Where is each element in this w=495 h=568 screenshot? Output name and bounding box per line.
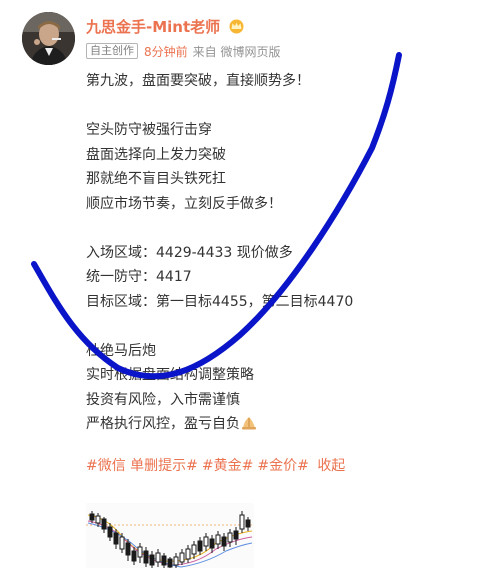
- content-blank-line: [86, 314, 476, 339]
- content-blank-line: [86, 94, 476, 119]
- original-content-tag: 自主创作: [86, 43, 138, 59]
- candlestick-chart-thumbnail: [86, 511, 254, 568]
- author-name-text[interactable]: 九思金手-Mint老师: [86, 18, 220, 36]
- author-name[interactable]: 九思金手-Mint老师: [86, 16, 245, 38]
- weibo-post: 九思金手-Mint老师 自主创作 8分钟前 来自 微博网页版 第九波，盘面要突破…: [0, 0, 495, 568]
- post-source: 来自 微博网页版: [192, 44, 281, 59]
- content-line-last: 严格执行风控，盈亏自负: [86, 412, 476, 437]
- content-line: 那就绝不盲目头铁死扛: [86, 171, 226, 187]
- content-blank-line: [86, 216, 476, 241]
- author-avatar[interactable]: [22, 12, 75, 65]
- post-image-thumbnail[interactable]: [86, 503, 254, 568]
- content-line: 第九波，盘面要突破，直接顺势多！: [86, 73, 310, 89]
- content-line: 入场区域：4429-4433 现价做多: [86, 244, 293, 261]
- crown-icon: [228, 19, 245, 38]
- post-time[interactable]: 8分钟前: [144, 43, 188, 60]
- topic-tags: #微信 单删提示# #黄金# #金价# 收起: [86, 455, 349, 475]
- content-line: 杜绝马后炮: [86, 342, 156, 359]
- post-meta: 自主创作 8分钟前 来自 微博网页版: [86, 42, 280, 60]
- content-line: 目标区域：第一目标4455，第二目标4470: [86, 293, 354, 310]
- content-line: 空头防守被强行击穿: [86, 122, 212, 138]
- content-line: 顺应市场节奏，立刻反手做多！: [86, 195, 282, 212]
- post-content: 第九波，盘面要突破，直接顺势多！ 空头防守被强行击穿 盘面选择向上发力突破 那就…: [86, 69, 476, 437]
- content-line: 实时根据盘面结构调整策略: [86, 367, 254, 383]
- folded-hands-icon: [242, 417, 256, 430]
- topic-tag-gold-price[interactable]: #金价#: [257, 458, 308, 474]
- content-line: 投资有风险，入市需谨慎: [86, 391, 240, 408]
- topic-tag-gold[interactable]: #黄金#: [202, 458, 253, 474]
- content-line-text: 严格执行风控，盈亏自负: [86, 416, 240, 432]
- collapse-link[interactable]: 收起: [317, 458, 345, 474]
- topic-tag-wechat[interactable]: #微信 单删提示#: [86, 458, 198, 474]
- content-line: 盘面选择向上发力突破: [86, 146, 226, 163]
- content-line: 统一防守：4417: [86, 269, 192, 285]
